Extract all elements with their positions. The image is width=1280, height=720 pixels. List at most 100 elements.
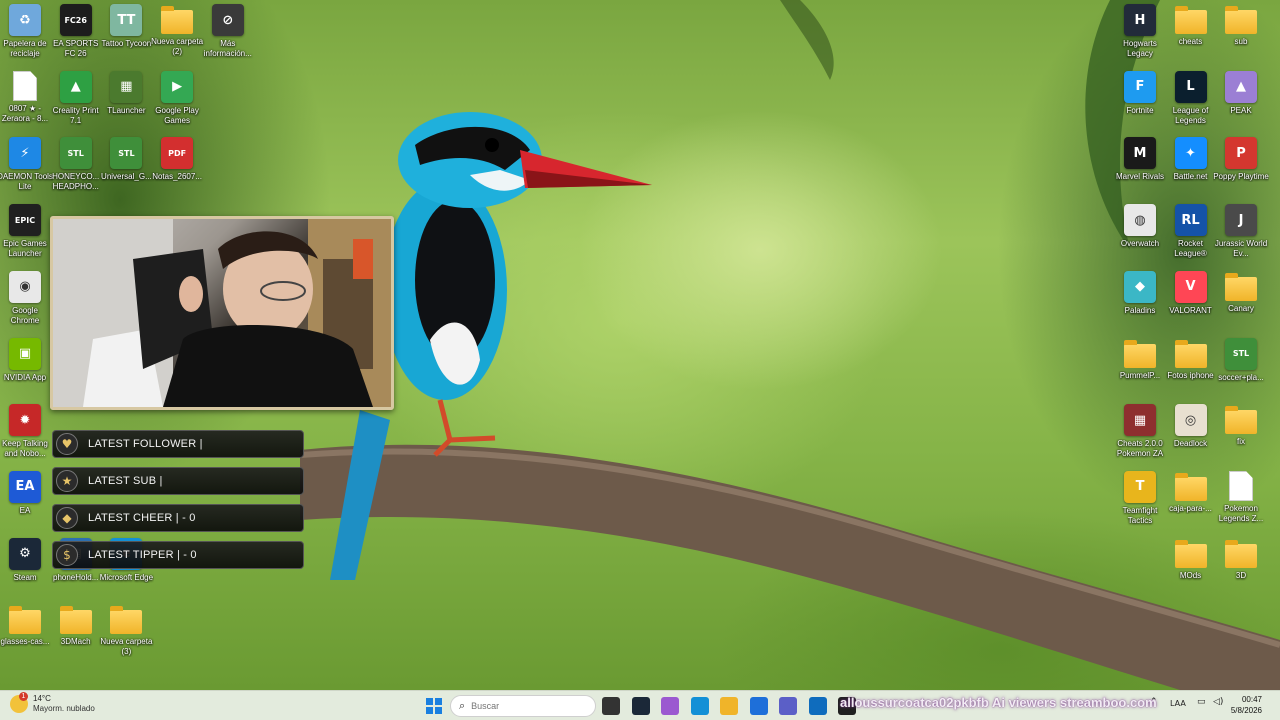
folder-icon: [1225, 406, 1257, 435]
desktop-icon-3d[interactable]: 3D: [1216, 538, 1266, 602]
desktop-icon-label: 0807 ★ - Zeraora - 8...: [1, 103, 49, 123]
desktop-icon-label: soccer+pla...: [1218, 372, 1264, 382]
desktop-icon-steam[interactable]: ⚙ Steam: [0, 537, 50, 602]
search-box[interactable]: ⌕: [450, 695, 596, 717]
desktop-icon-label: Creality Print 7.1: [52, 105, 99, 125]
desktop-icon-hogwarts[interactable]: H Hogwarts Legacy: [1115, 4, 1165, 68]
desktop-icon-daemon[interactable]: ⚡ DAEMON Tools Lite: [0, 137, 53, 201]
copilot-taskbar-icon[interactable]: [661, 697, 679, 715]
explorer-taskbar-icon[interactable]: [720, 697, 738, 715]
poppy-icon: P: [1225, 137, 1257, 170]
desktop-icon-battlenet[interactable]: ✦ Battle.net: [1166, 137, 1216, 201]
desktop-icon-label: cheats: [1178, 37, 1203, 46]
desktop-icon-pokemonza[interactable]: Pokemon Legends Z...: [1216, 470, 1266, 535]
search-input[interactable]: [471, 701, 572, 711]
teams-taskbar-icon[interactable]: [779, 697, 797, 715]
desktop-icon-cheats[interactable]: cheats: [1166, 4, 1216, 68]
battlenet-icon: ✦: [1174, 137, 1207, 170]
language-indicator[interactable]: LAA: [1170, 699, 1186, 708]
desktop-icon-ea[interactable]: EA EA: [0, 470, 50, 535]
desktop-icon-creality[interactable]: ▲ Creality Print 7.1: [51, 70, 101, 135]
desktop-icon-honeyco[interactable]: STL HONEYCO... HEADPHO...: [51, 137, 101, 201]
desktop-icon-label: Marvel Rivals: [1115, 172, 1164, 182]
desktop-icon-mods[interactable]: MOds: [1166, 538, 1216, 602]
volume-icon[interactable]: ◁): [1213, 697, 1223, 707]
latest-sub-label: LATEST SUB |: [88, 475, 163, 487]
task-view-icon[interactable]: [602, 697, 620, 715]
desktop-icon-valorant[interactable]: V VALORANT: [1166, 270, 1216, 335]
network-icon[interactable]: ▭: [1197, 697, 1206, 707]
desktop-icon-label: DAEMON Tools Lite: [0, 172, 53, 192]
desktop-icon-lol[interactable]: L League of Legends: [1166, 70, 1216, 135]
desktop-icon-rocket[interactable]: RL Rocket League®: [1166, 204, 1216, 268]
desktop-icon-label: 3DMach: [60, 637, 91, 647]
steam-taskbar-icon[interactable]: [631, 697, 650, 715]
clock-date: 5/8/2026: [1230, 706, 1262, 715]
desktop-icon-label: Pokemon Legends Z...: [1218, 503, 1264, 523]
overwatch-icon: ◍: [1124, 204, 1156, 237]
chevron-up-icon[interactable]: ⌃: [1150, 697, 1158, 707]
desktop-icon-label: Overwatch: [1120, 239, 1160, 249]
desktop-icon-poppy[interactable]: P Poppy Playtime: [1213, 137, 1269, 201]
store-taskbar-icon[interactable]: [749, 697, 768, 715]
desktop-icon-fix[interactable]: fix: [1216, 404, 1266, 468]
search-icon: ⌕: [459, 699, 466, 712]
desktop-icon-caja[interactable]: caja-para-...: [1166, 471, 1216, 535]
desktop-icon-marvel[interactable]: M Marvel Rivals: [1115, 137, 1165, 201]
desktop-icon-label: Epic Games Launcher: [3, 239, 47, 259]
soccer-icon: STL: [1225, 337, 1257, 370]
desktop-icon-label: Google Play Games: [155, 105, 199, 125]
outlook-taskbar-icon[interactable]: [808, 697, 827, 715]
desktop-icon-label: Rocket League®: [1174, 239, 1207, 259]
desktop-icon-keeptalking[interactable]: ✹ Keep Talking and Nobo...: [0, 404, 50, 468]
desktop-icon-zeraora[interactable]: 0807 ★ - Zeraora - 8...: [0, 70, 50, 135]
desktop-icon-soccer[interactable]: STL soccer+pla...: [1216, 337, 1266, 402]
dollar-icon: $: [56, 544, 78, 566]
desktop-icon-tft[interactable]: T Teamfight Tactics: [1115, 470, 1165, 535]
weather-widget[interactable]: 1 14°C Mayorm. nublado: [10, 692, 95, 714]
desktop-icon-recycle[interactable]: ♻ Papelera de reciclaje: [0, 4, 50, 68]
cheats20-icon: ▦: [1124, 404, 1156, 437]
mas-icon: ⊘: [211, 4, 244, 36]
clock[interactable]: 00:47 5/8/2026: [1231, 694, 1262, 716]
desktop-icon-cheats20[interactable]: ▦ Cheats 2.0.0 Pokemon ZA: [1115, 404, 1165, 468]
desktop-icon-mas[interactable]: ⊘ Más información...: [203, 4, 253, 68]
desktop-icon-fc26[interactable]: FC26 EA SPORTS FC 26: [51, 4, 101, 68]
desktop-icon-tlauncher[interactable]: ▦ TLauncher: [101, 70, 151, 135]
desktop-icon-nueva2[interactable]: Nueva carpeta (2): [151, 4, 204, 68]
desktop-icon-3dmach[interactable]: 3DMach: [51, 604, 101, 668]
desktop-icon-fotosiphone[interactable]: Fotos iphone: [1166, 338, 1216, 402]
desktop-icon-glasses[interactable]: glasses-cas...: [0, 604, 50, 668]
clock-time: 00:47: [1241, 695, 1262, 704]
desktop-icon-overwatch[interactable]: ◍ Overwatch: [1115, 204, 1165, 268]
desktop-icon-label: Poppy Playtime: [1213, 172, 1269, 182]
desktop-icon-label: Nueva carpeta (2): [151, 37, 204, 56]
desktop-icon-fortnite[interactable]: F Fortnite: [1115, 70, 1165, 135]
weather-alert-badge: 1: [19, 692, 28, 701]
desktop-icon-nvidia[interactable]: ▣ NVIDIA App: [0, 337, 50, 402]
creality-icon: ▲: [59, 70, 92, 103]
desktop-icon-sub[interactable]: sub: [1216, 4, 1266, 68]
start-button[interactable]: [425, 697, 443, 715]
desktop-icon-nueva3[interactable]: Nueva carpeta (3): [100, 604, 152, 668]
desktop-icon-universal[interactable]: STL Universal_G...: [101, 137, 152, 201]
desktop-icon-paladins[interactable]: ◆ Paladins: [1115, 270, 1165, 335]
chrome-icon: ◉: [9, 270, 41, 303]
desktop-icon-tattoo[interactable]: TT Tattoo Tycoon: [101, 4, 151, 68]
edge-taskbar-icon[interactable]: [690, 697, 709, 715]
desktop-icon-epic[interactable]: EPIC Epic Games Launcher: [0, 204, 50, 268]
desktop-icon-notas[interactable]: PDF Notas_2607...: [152, 137, 202, 201]
latest-cheer-alert: ◆ LATEST CHEER | - 0: [52, 504, 304, 532]
lol-icon: L: [1174, 70, 1207, 103]
desktop-icon-gplay[interactable]: ▶ Google Play Games: [152, 70, 202, 135]
desktop-icon-chrome[interactable]: ◉ Google Chrome: [0, 270, 50, 335]
hogwarts-icon: H: [1124, 4, 1156, 36]
desktop-icon-deadlock[interactable]: ◎ Deadlock: [1166, 404, 1216, 468]
desktop-icon-peak[interactable]: ▲ PEAK: [1216, 70, 1266, 135]
desktop-icon-pumme[interactable]: PummelP...: [1115, 338, 1165, 402]
desktop-icon-jurassic[interactable]: J Jurassic World Ev...: [1215, 204, 1267, 268]
daemon-icon: ⚡: [9, 137, 41, 170]
desktop-icon-canary[interactable]: Canary: [1216, 271, 1266, 335]
desktop-icon-label: Keep Talking and Nobo...: [2, 439, 48, 459]
epic-icon: EPIC: [9, 204, 41, 237]
